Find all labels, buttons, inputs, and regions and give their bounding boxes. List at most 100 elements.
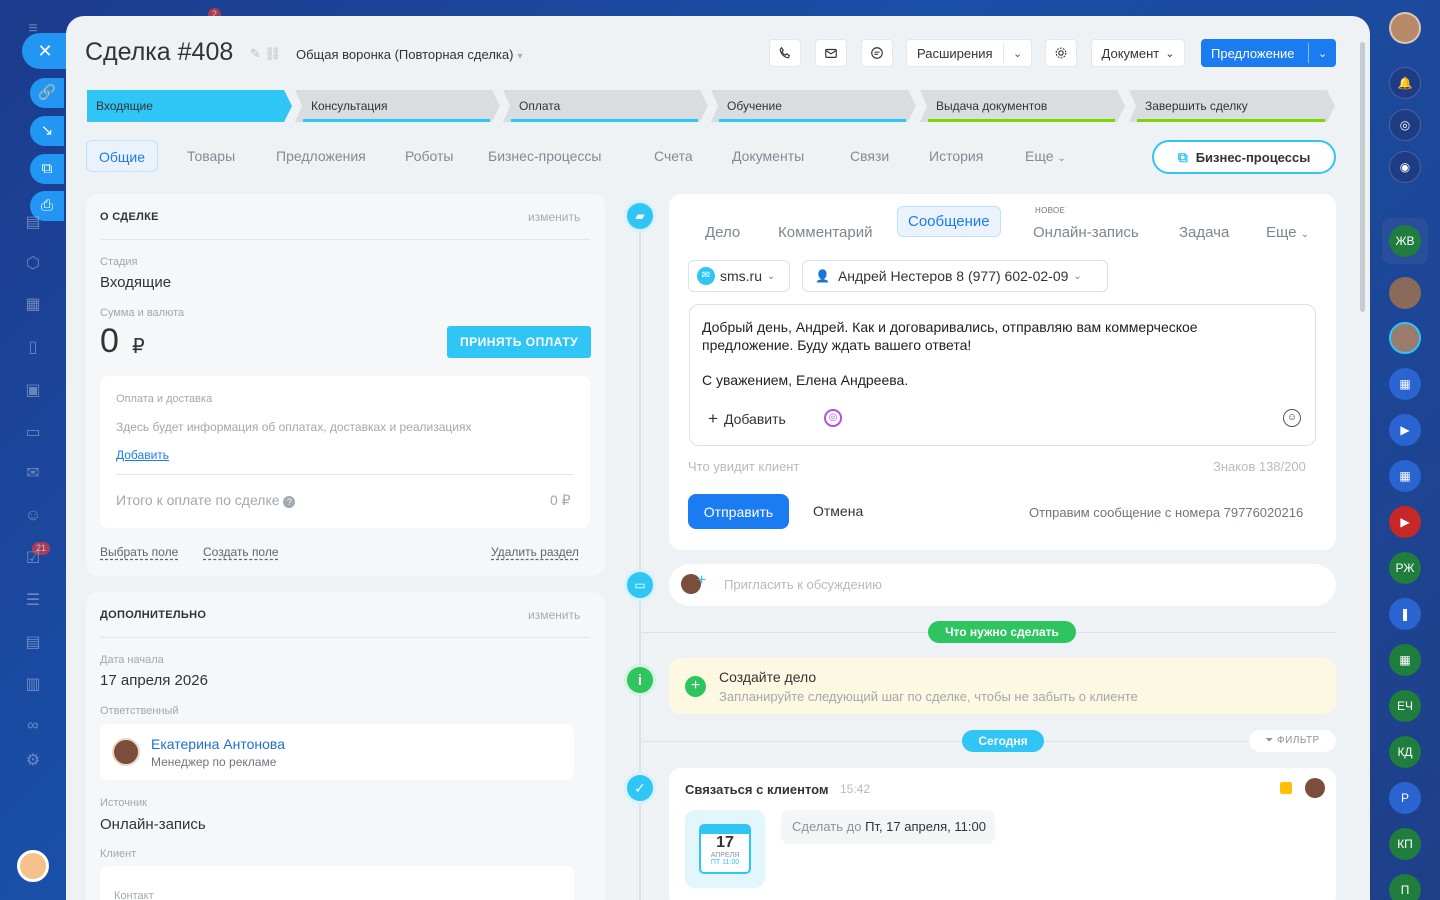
provider-select[interactable]: ✉ sms.ru ⌄	[688, 260, 790, 292]
file-icon[interactable]: ▯	[22, 337, 44, 359]
cancel-button[interactable]: Отмена	[813, 503, 863, 519]
calendar-icon[interactable]: ▦	[22, 294, 44, 316]
task-card[interactable]: Связаться с клиентом 15:42 17 АПРЕЛЯ ПТ …	[669, 768, 1336, 900]
settings-button[interactable]	[1045, 39, 1077, 67]
chat-button[interactable]	[861, 39, 893, 67]
accept-payment-button[interactable]: ПРИНЯТЬ ОПЛАТУ	[447, 326, 591, 358]
open-new-window-icon[interactable]: ⧉	[30, 154, 64, 184]
offer-button[interactable]: Предложение ⌄	[1201, 39, 1336, 67]
tab-more[interactable]: Еще ⌄	[1025, 140, 1066, 172]
etab-message[interactable]: Сообщение	[897, 206, 1001, 237]
copy-link-icon[interactable]: 🔗	[30, 78, 64, 108]
avatar	[1305, 778, 1325, 798]
mail-icon[interactable]: ✉	[22, 463, 44, 485]
chat-kd[interactable]: КД	[1389, 736, 1421, 768]
etab-comment[interactable]: Комментарий	[778, 224, 872, 241]
stage-payment[interactable]: Оплата	[503, 90, 708, 122]
chat-avatar-1[interactable]	[1389, 277, 1421, 309]
etab-task[interactable]: Задача	[1179, 224, 1229, 241]
tab-offers[interactable]: Предложения	[276, 140, 366, 172]
tab-history[interactable]: История	[929, 140, 983, 172]
delete-section-link[interactable]: Удалить раздел	[491, 545, 579, 559]
user-avatar[interactable]	[17, 850, 49, 882]
tab-documents[interactable]: Документы	[732, 140, 804, 172]
client-preview-link[interactable]: Что увидит клиент	[688, 459, 799, 474]
etab-booking[interactable]: Онлайн-запись	[1033, 224, 1139, 241]
color-marker[interactable]	[1280, 782, 1292, 794]
stage-documents[interactable]: Выдача документов	[920, 90, 1125, 122]
stage-incoming[interactable]: Входящие	[87, 90, 292, 122]
edit-link[interactable]: изменить	[528, 210, 580, 224]
link-icon[interactable]: ∞	[22, 715, 44, 737]
funnel-selector[interactable]: Общая воронка (Повторная сделка) ▾	[296, 47, 522, 62]
tab-general[interactable]: Общие	[86, 140, 159, 172]
responsible-card[interactable]: Екатерина Антонова Менеджер по рекламе	[100, 724, 574, 780]
recipient-select[interactable]: 👤 Андрей Нестеров 8 (977) 602-02-09 ⌄	[802, 260, 1108, 292]
tab-products[interactable]: Товары	[187, 140, 235, 172]
chat-search-icon[interactable]: ◉	[1389, 151, 1421, 183]
edit-title-icon[interactable]: ✎ ⛓	[250, 46, 281, 62]
payment-add-link[interactable]: Добавить	[116, 448, 169, 462]
help-icon[interactable]: ?	[283, 496, 296, 508]
chat-rzh[interactable]: РЖ	[1389, 552, 1421, 584]
archive-icon[interactable]: ▥	[22, 674, 44, 696]
etab-more[interactable]: Еще ⌄	[1266, 224, 1309, 241]
invite-input[interactable]: + Пригласить к обсуждению	[669, 564, 1336, 606]
tab-robots[interactable]: Роботы	[405, 140, 453, 172]
deadline-pill[interactable]: Сделать до Пт, 17 апреля, 11:00	[781, 810, 995, 844]
edit-link[interactable]: изменить	[528, 608, 580, 622]
minimize-icon[interactable]: ↘	[30, 116, 64, 146]
create-field-link[interactable]: Создать поле	[203, 545, 279, 559]
video-red-icon[interactable]: ▶	[1389, 506, 1421, 538]
calendar-chat-icon[interactable]: ▦	[1389, 368, 1421, 400]
settings-icon[interactable]: ⚙	[22, 750, 44, 772]
document-icon[interactable]: ▤	[22, 212, 44, 234]
tab-invoices[interactable]: Счета	[654, 140, 693, 172]
bookmark-icon[interactable]: ❚	[1389, 598, 1421, 630]
email-button[interactable]	[815, 39, 847, 67]
emoji-icon[interactable]: ☺	[1283, 409, 1301, 427]
add-label: Добавить	[723, 411, 786, 427]
tasks-icon[interactable]: ☑	[22, 548, 44, 570]
copy-link-icon[interactable]: ⛓	[265, 46, 282, 61]
card-icon[interactable]: ▭	[22, 422, 44, 444]
stage-finish[interactable]: Завершить сделку	[1129, 90, 1335, 122]
bell-icon[interactable]: 🔔	[1389, 67, 1421, 99]
stage-training[interactable]: Обучение	[711, 90, 916, 122]
todo-hint[interactable]: + Создайте дело Запланируйте следующий ш…	[669, 658, 1336, 714]
call-button[interactable]	[769, 39, 801, 67]
responsible-name[interactable]: Екатерина Антонова	[151, 736, 285, 752]
chat-ech[interactable]: ЕЧ	[1389, 690, 1421, 722]
tab-bizproc[interactable]: Бизнес-процессы	[488, 140, 601, 172]
copilot-icon[interactable]: ◎	[824, 409, 842, 427]
select-field-link[interactable]: Выбрать поле	[100, 545, 178, 559]
chat-zhv[interactable]: ЖВ	[1389, 225, 1421, 257]
users-icon[interactable]: ☺	[22, 505, 44, 527]
list-icon[interactable]: ▤	[22, 632, 44, 654]
tab-links[interactable]: Связи	[850, 140, 889, 172]
message-text[interactable]: Добрый день, Андрей. Как и договаривалис…	[702, 319, 1302, 389]
etab-case[interactable]: Дело	[705, 224, 740, 241]
add-button[interactable]: + Добавить	[708, 409, 786, 429]
stage-consultation[interactable]: Консультация	[295, 90, 500, 122]
chat-avatar-2[interactable]	[1389, 322, 1421, 354]
filter-button[interactable]: ⏷ ФИЛЬТР	[1249, 730, 1336, 752]
extensions-button[interactable]: Расширения ⌄	[906, 39, 1032, 67]
scrollbar[interactable]	[1360, 42, 1365, 312]
profile-avatar[interactable]	[1389, 12, 1421, 44]
video-chat-icon[interactable]: ▶	[1389, 414, 1421, 446]
copilot-icon[interactable]: ◎	[1389, 109, 1421, 141]
calendar-chat-icon-2[interactable]: ▦	[1389, 460, 1421, 492]
board-icon[interactable]: ▣	[22, 380, 44, 402]
close-slider-button[interactable]: ✕	[22, 33, 68, 69]
filter-icon[interactable]: ☰	[22, 590, 44, 612]
bizproc-button[interactable]: ⧉ Бизнес-процессы	[1152, 140, 1336, 174]
hexagon-icon[interactable]: ⬡	[22, 253, 44, 275]
chat-kp[interactable]: КП	[1389, 828, 1421, 860]
document-button[interactable]: Документ ⌄	[1091, 39, 1185, 67]
chat-r[interactable]: Р	[1389, 782, 1421, 814]
chat-p[interactable]: П	[1389, 874, 1421, 900]
calendar-green-icon[interactable]: ▦	[1389, 644, 1421, 676]
message-textarea[interactable]: Добрый день, Андрей. Как и договаривалис…	[689, 304, 1316, 446]
send-button[interactable]: Отправить	[688, 494, 789, 529]
